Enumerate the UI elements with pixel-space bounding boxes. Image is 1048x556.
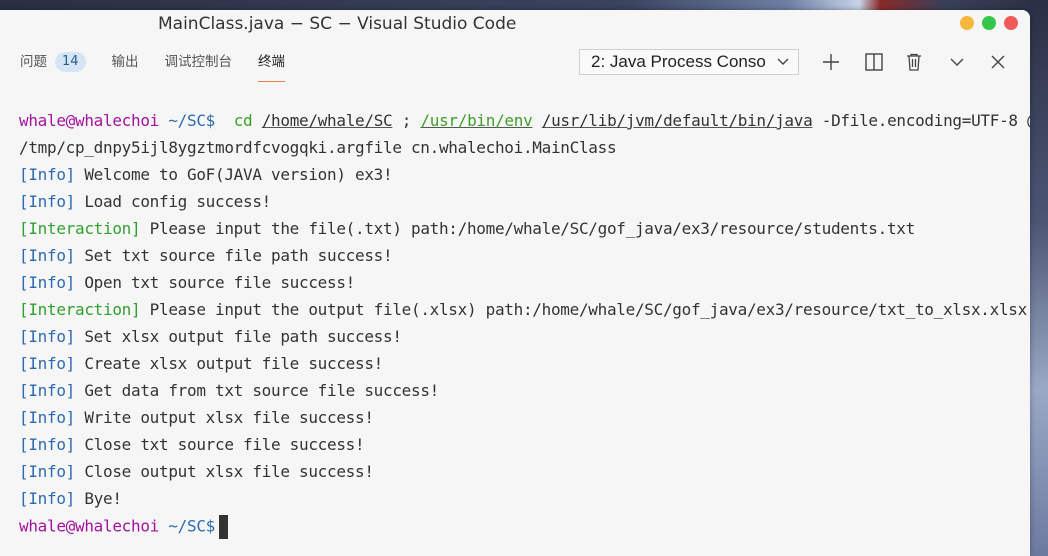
plus-icon: [823, 54, 839, 70]
info-tag: [Info]: [19, 192, 75, 211]
cmd-java-path[interactable]: /usr/lib/jvm/default/bin/java: [542, 111, 813, 130]
cmd-env[interactable]: /usr/bin/env: [420, 111, 532, 130]
terminal-output-line: [Info] Write output xlsx file success!: [19, 407, 374, 429]
command-line: whale@whalechoi ~/SC$ cd /home/whale/SC …: [19, 110, 1030, 132]
cmd-cd: cd: [233, 111, 253, 130]
info-tag: [Info]: [19, 489, 75, 508]
terminal-output-line: [Info] Get data from txt source file suc…: [19, 380, 439, 402]
tab-debug-console-label: 调试控制台: [164, 54, 233, 70]
command-line-continued: /tmp/cp_dnpy5ijl8ygztmordfcvogqki.argfil…: [19, 138, 617, 157]
terminal-output-line: [Info] Set xlsx output file path success…: [19, 326, 402, 348]
split-terminal-button[interactable]: [861, 49, 887, 75]
info-tag: [Info]: [19, 408, 75, 427]
window-controls: [960, 16, 1018, 30]
info-tag: [Info]: [19, 165, 75, 184]
chevron-down-icon: [950, 58, 964, 66]
log-message: Set xlsx output file path success!: [75, 327, 402, 346]
log-message: Welcome to GoF(JAVA version) ex3!: [75, 165, 393, 184]
final-prompt: whale@whalechoi ~/SC$: [19, 515, 229, 539]
terminal-output-line: [Interaction] Please input the output fi…: [19, 299, 1027, 321]
info-tag: [Info]: [19, 354, 75, 373]
cmd-separator: ;: [401, 111, 412, 130]
interaction-tag: [Interaction]: [19, 219, 141, 238]
desktop-wallpaper-edge: [1028, 0, 1048, 556]
window-title: MainClass.java − SC − Visual Studio Code: [158, 14, 517, 34]
cmd-cd-path[interactable]: /home/whale/SC: [262, 111, 393, 130]
terminal-output-line: [Info] Close output xlsx file success!: [19, 461, 374, 483]
tab-output-label: 输出: [111, 54, 139, 70]
panel-tabs: 问题 14 输出 调试控制台 终端: [20, 50, 311, 82]
log-message: Close output xlsx file success!: [75, 462, 374, 481]
terminal-output-line: [Info] Load config success!: [19, 191, 271, 213]
close-icon: [991, 55, 1005, 69]
tab-terminal-label: 终端: [258, 54, 286, 70]
terminal-output-line: [Info] Close txt source file success!: [19, 434, 365, 456]
tab-terminal[interactable]: 终端: [258, 50, 286, 82]
terminal-select-dropdown[interactable]: 2: Java Process Conso: [579, 49, 799, 75]
prompt-user: whale@whalechoi: [19, 111, 159, 130]
info-tag: [Info]: [19, 246, 75, 265]
terminal-output-line: [Info] Bye!: [19, 488, 122, 510]
terminal-output-line: [Info] Welcome to GoF(JAVA version) ex3!: [19, 164, 393, 186]
log-message: Set txt source file path success!: [75, 246, 393, 265]
log-message: Close txt source file success!: [75, 435, 365, 454]
log-message: Open txt source file success!: [75, 273, 355, 292]
tab-problems-label: 问题: [20, 54, 47, 70]
maximize-panel-button[interactable]: [944, 49, 970, 75]
terminal-output[interactable]: whale@whalechoi ~/SC$ cd /home/whale/SC …: [0, 86, 1030, 556]
minimize-button[interactable]: [960, 16, 974, 30]
vscode-window: MainClass.java − SC − Visual Studio Code…: [0, 10, 1030, 556]
trash-icon: [907, 53, 921, 71]
new-terminal-button[interactable]: [818, 49, 844, 75]
info-tag: [Info]: [19, 327, 75, 346]
log-message: Get data from txt source file success!: [75, 381, 439, 400]
prompt-path: ~/SC$: [168, 111, 216, 130]
terminal-output-line: [Info] Open txt source file success!: [19, 272, 355, 294]
log-message: Please input the file(.txt) path:/home/w…: [140, 219, 916, 238]
info-tag: [Info]: [19, 435, 75, 454]
terminal-output-line: [Interaction] Please input the file(.txt…: [19, 218, 915, 240]
title-bar[interactable]: MainClass.java − SC − Visual Studio Code: [0, 10, 1030, 40]
terminal-select-value: 2: Java Process Conso: [591, 52, 766, 71]
panel-header: 问题 14 输出 调试控制台 终端 2: Java Process Conso: [0, 40, 1030, 86]
prompt-user: whale@whalechoi: [19, 516, 159, 536]
cmd-options: -Dfile.encoding=UTF-8 @: [821, 111, 1030, 130]
terminal-cursor: [219, 515, 229, 539]
log-message: Load config success!: [75, 192, 271, 211]
close-window-button[interactable]: [1004, 16, 1018, 30]
info-tag: [Info]: [19, 273, 75, 292]
log-message: Write output xlsx file success!: [75, 408, 374, 427]
maximize-button[interactable]: [982, 16, 996, 30]
tab-output[interactable]: 输出: [112, 50, 139, 74]
kill-terminal-button[interactable]: [901, 49, 927, 75]
tab-problems[interactable]: 问题 14: [20, 50, 86, 74]
split-icon: [865, 53, 883, 71]
tab-debug-console[interactable]: 调试控制台: [165, 50, 233, 74]
log-message: Please input the output file(.xlsx) path…: [140, 300, 1028, 319]
prompt-path: ~/SC$: [168, 516, 216, 536]
close-panel-button[interactable]: [985, 49, 1011, 75]
problems-count-badge: 14: [55, 52, 86, 72]
log-message: Bye!: [75, 489, 122, 508]
info-tag: [Info]: [19, 381, 75, 400]
terminal-output-line: [Info] Set txt source file path success!: [19, 245, 393, 267]
log-message: Create xlsx output file success!: [75, 354, 383, 373]
chevron-down-icon: [776, 50, 790, 81]
interaction-tag: [Interaction]: [19, 300, 141, 319]
info-tag: [Info]: [19, 462, 75, 481]
terminal-output-line: [Info] Create xlsx output file success!: [19, 353, 383, 375]
